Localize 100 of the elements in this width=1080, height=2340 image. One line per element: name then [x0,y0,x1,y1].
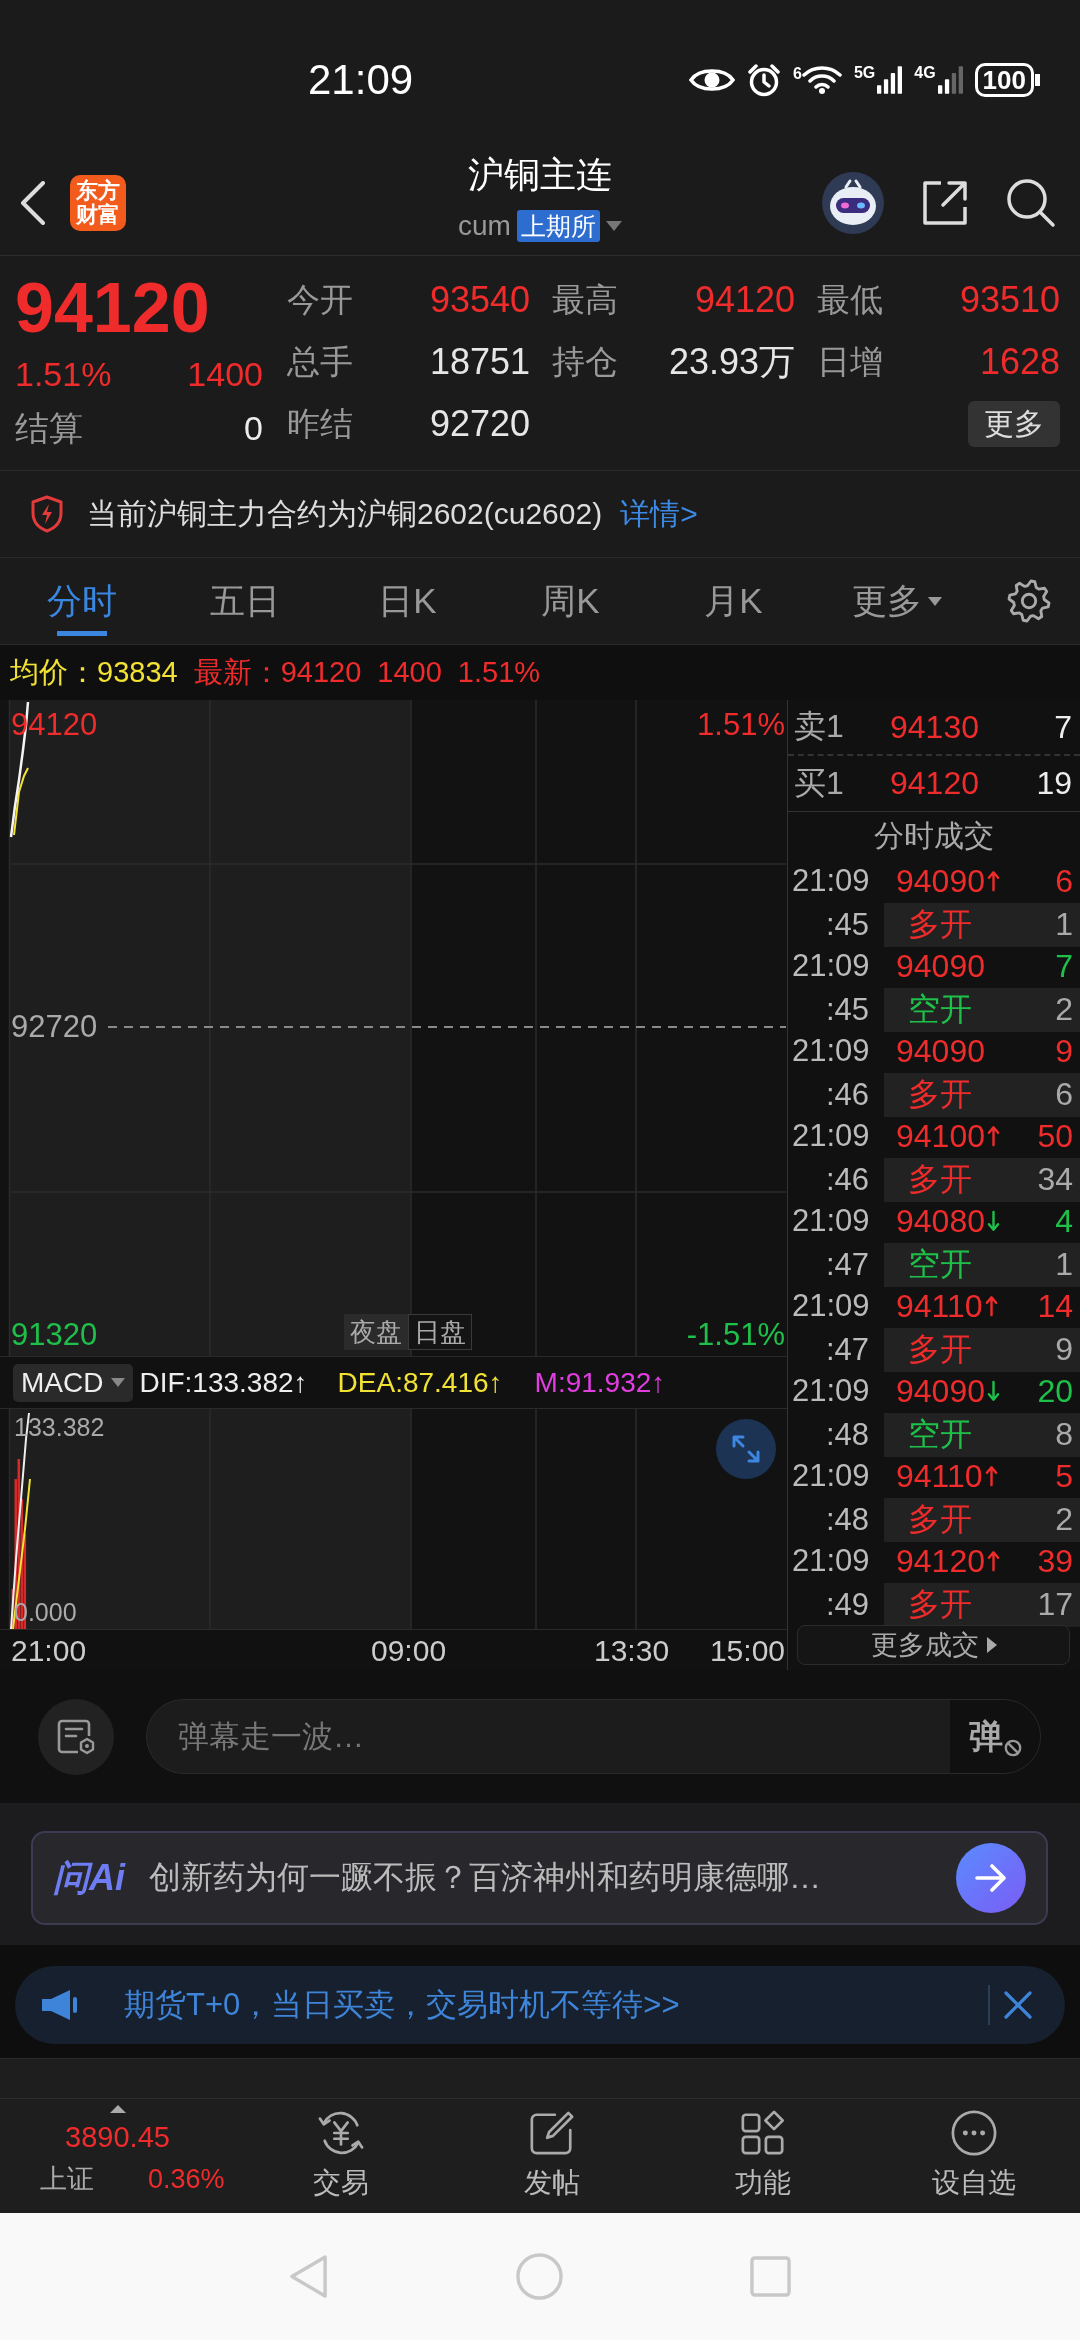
arrow-right-icon [975,1864,1007,1892]
session-label: 日盘 [408,1314,472,1350]
trade-seconds: :47 [824,1246,870,1283]
stat-label: 今开 [287,279,353,320]
back-icon[interactable] [20,180,46,225]
caret-down-icon[interactable] [605,221,622,231]
expand-button[interactable] [716,1419,776,1479]
trade-time: 21:09 [792,948,871,985]
trade-price: 94110 [896,1457,983,1495]
share-icon[interactable] [921,178,969,227]
chart-tab[interactable]: 更多 [815,558,978,644]
stat-value: 93510 [959,279,1060,321]
chart-tab[interactable]: 月K [652,558,815,644]
nav-item[interactable]: 设自选 [868,2099,1080,2213]
danmaku-input-field[interactable]: 弹幕走一波… 弹 [146,1699,1041,1774]
megaphone-icon [40,1988,78,2022]
ask-ai-card[interactable]: 问Ai 创新药为何一蹶不振？百济神州和药明康德哪… [31,1831,1048,1925]
trade-volume: 4 [1054,1202,1073,1240]
chart-tab[interactable]: 周K [489,558,652,644]
trade-time: 21:09 [792,1288,871,1325]
shield-alert-icon [30,495,64,533]
stat-value: 92720 [429,403,530,445]
time-axis-label: 13:30 [594,1635,670,1667]
latest-change-value: 1400 [377,656,442,689]
chart-tab[interactable]: 五日 [163,558,326,644]
close-icon[interactable] [1004,1991,1032,2019]
macd-dif-value: DIF:133.382↑ [139,1366,308,1399]
trade-volume: 39 [1036,1542,1073,1580]
promo-banner[interactable]: 期货T+0，当日买卖，交易时机不等待>> [15,1966,1065,2044]
open-volume: 9 [1055,1331,1073,1368]
macd-dea-value: DEA:87.416↑ [337,1366,503,1399]
trade-time: 21:09 [792,1373,871,1410]
search-icon[interactable] [1006,177,1056,228]
instrument-code: cum [458,209,511,243]
robot-icon[interactable] [822,171,884,234]
order-volume: 19 [1036,765,1072,802]
index-value[interactable]: 3890.45 [65,2121,170,2153]
more-trades-button[interactable]: 更多成交 [797,1625,1070,1665]
open-type-label: 空开 [908,1414,972,1454]
trade-volume: 20 [1036,1372,1073,1410]
signal-icon [937,65,963,95]
ai-question[interactable]: 创新药为何一蹶不振？百济神州和药明康德哪… [149,1856,932,1900]
ai-logo: 问Ai [53,1855,125,1900]
settings-icon[interactable] [1007,579,1051,623]
trade-price: 94090 [896,862,985,900]
trade-volume: 5 [1054,1457,1073,1495]
trade-price: 94090 [896,1032,985,1070]
order-price: 94130 [890,708,980,746]
latest-change-percent: 1.51% [457,656,541,689]
stat-value: 18751 [429,341,530,383]
settlement-label: 结算 [15,408,83,448]
trade-seconds: :48 [824,1416,870,1453]
more-button[interactable]: 更多 [968,401,1060,447]
edit-icon [527,2109,576,2157]
open-volume: 34 [1037,1161,1073,1198]
index-change: 0.36% [148,2163,225,2195]
time-axis-label: 21:00 [11,1635,87,1667]
trade-time: 21:09 [792,1033,871,1070]
danmaku-toggle-button[interactable]: 弹 [950,1700,1040,1773]
details-link[interactable]: 详情> [620,493,698,535]
indicator-selector[interactable]: MACD [13,1363,134,1402]
open-volume: 2 [1055,991,1073,1028]
order-side-label: 卖1 [794,707,845,746]
open-type-label: 多开 [908,1584,972,1624]
up-triangle-icon [110,2105,126,2113]
stat-label: 持仓 [552,341,618,382]
trade-time: 21:09 [792,1543,871,1580]
chart-low-price: 91320 [11,1318,98,1352]
trade-volume: 7 [1054,947,1073,985]
network-type-label: 5G [853,65,876,81]
nav-item[interactable]: 发帖 [446,2099,658,2213]
trade-seconds: :45 [824,991,870,1028]
nav-item[interactable]: 功能 [657,2099,869,2213]
trade-price: 94090 [896,947,985,985]
trade-volume: 14 [1036,1287,1073,1325]
chart-tab[interactable]: 日K [326,558,489,644]
expand-icon [731,1434,761,1464]
stat-label: 日增 [817,341,883,382]
index-name: 上证 [40,2163,94,2195]
stat-label: 总手 [287,341,353,382]
nav-item[interactable]: 交易 [235,2099,447,2213]
chart-high-percent: 1.51% [697,708,785,742]
battery-indicator: 100 [974,63,1040,97]
signal-icon [877,65,903,95]
open-type-label: 多开 [908,1074,972,1114]
trade-volume: 6 [1054,862,1073,900]
instrument-title: 沪铜主连 [468,153,612,197]
trade-seconds: :49 [824,1586,870,1623]
chart-low-percent: -1.51% [686,1318,785,1352]
open-volume: 1 [1055,1246,1073,1283]
stat-label: 最高 [552,279,618,320]
trade-seconds: :45 [824,906,870,943]
more-icon [950,2109,999,2157]
open-volume: 6 [1055,1076,1073,1113]
trade-volume: 9 [1054,1032,1073,1070]
time-axis-label: 15:00 [709,1635,785,1667]
yen-exchange-icon [316,2109,365,2157]
average-price-line [13,767,29,836]
last-price: 94120 [15,273,211,343]
promo-text: 期货T+0，当日买卖，交易时机不等待>> [124,1986,681,2024]
